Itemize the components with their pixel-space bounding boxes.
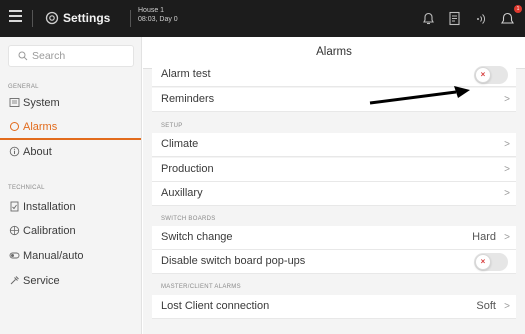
sidebar-item-label: Installation bbox=[23, 201, 76, 213]
section-label-technical: TECHNICAL bbox=[8, 185, 45, 191]
main-panel: Alarms Alarm test × Reminders > SETUP Cl… bbox=[143, 37, 525, 334]
close-icon: × bbox=[480, 70, 486, 79]
toggle-knob: × bbox=[475, 67, 491, 83]
sidebar-item-label: Service bbox=[23, 275, 60, 287]
section-label-general: GENERAL bbox=[8, 84, 39, 90]
chevron-right-icon: > bbox=[504, 301, 510, 312]
menu-icon[interactable] bbox=[9, 10, 23, 26]
sidebar-item-about[interactable]: About bbox=[0, 141, 141, 165]
row-label: Climate bbox=[161, 138, 199, 150]
sidebar-item-alarms[interactable]: Alarms bbox=[0, 116, 141, 140]
house-date: 08:03, Day 0 bbox=[138, 16, 178, 23]
gear-icon bbox=[45, 11, 59, 25]
wrench-icon bbox=[10, 276, 19, 285]
manual-auto-icon bbox=[9, 252, 20, 259]
row-auxillary[interactable]: Auxillary > bbox=[152, 182, 516, 206]
section-label-master-client: MASTER/CLIENT ALARMS bbox=[161, 284, 241, 290]
calibration-icon bbox=[9, 225, 20, 236]
sidebar-item-service[interactable]: Service bbox=[0, 270, 141, 294]
section-label-switch-boards: SWITCH BOARDS bbox=[161, 216, 216, 222]
row-disable-popups: Disable switch board pop-ups × bbox=[152, 250, 516, 274]
sidebar-item-calibration[interactable]: Calibration bbox=[0, 220, 141, 244]
sidebar: Search GENERAL System Alarms About TECHN… bbox=[0, 37, 142, 334]
installation-icon bbox=[10, 201, 19, 212]
row-label: Lost Client connection bbox=[161, 300, 270, 312]
page-title: Settings bbox=[63, 11, 111, 25]
sidebar-item-label: Alarms bbox=[23, 121, 58, 133]
row-value: Soft bbox=[476, 300, 496, 312]
alarm-bell-icon[interactable] bbox=[420, 10, 437, 27]
sidebar-item-installation[interactable]: Installation bbox=[0, 196, 141, 220]
house-info[interactable]: House 1 08:03, Day 0 bbox=[138, 6, 178, 24]
notification-badge: 1 bbox=[514, 5, 522, 13]
row-switch-change[interactable]: Switch change Hard > bbox=[152, 226, 516, 250]
sidebar-item-label: Manual/auto bbox=[23, 250, 84, 262]
row-climate[interactable]: Climate > bbox=[152, 133, 516, 157]
row-label: Reminders bbox=[161, 93, 215, 105]
house-name: House 1 bbox=[138, 7, 165, 14]
panel-title: Alarms bbox=[316, 46, 352, 58]
row-value: Hard bbox=[472, 231, 496, 243]
row-alarm-test: Alarm test × bbox=[152, 63, 516, 87]
section-label-setup: SETUP bbox=[161, 123, 183, 129]
search-input[interactable]: Search bbox=[8, 45, 134, 67]
search-icon bbox=[18, 51, 28, 61]
notification-bell-icon[interactable] bbox=[499, 10, 516, 27]
close-icon: × bbox=[480, 257, 486, 266]
chevron-right-icon: > bbox=[504, 139, 510, 150]
system-icon bbox=[9, 98, 20, 107]
annotation-arrow-icon bbox=[369, 86, 470, 105]
document-icon[interactable] bbox=[446, 10, 463, 27]
info-icon bbox=[9, 146, 20, 157]
row-production[interactable]: Production > bbox=[152, 158, 516, 182]
chevron-right-icon: > bbox=[504, 232, 510, 243]
divider bbox=[32, 10, 33, 27]
row-lost-client[interactable]: Lost Client connection Soft > bbox=[152, 295, 516, 319]
divider bbox=[130, 10, 131, 27]
signal-icon[interactable] bbox=[472, 10, 489, 27]
row-label: Switch change bbox=[161, 231, 233, 243]
chevron-right-icon: > bbox=[504, 164, 510, 175]
search-placeholder: Search bbox=[32, 50, 66, 62]
toggle-knob: × bbox=[475, 254, 491, 270]
row-label: Auxillary bbox=[161, 187, 203, 199]
top-bar: Settings House 1 08:03, Day 0 1 bbox=[0, 0, 525, 37]
bell-icon bbox=[10, 122, 19, 131]
sidebar-item-manual-auto[interactable]: Manual/auto bbox=[0, 245, 141, 269]
sidebar-item-label: System bbox=[23, 97, 60, 109]
chevron-right-icon: > bbox=[504, 94, 510, 105]
sidebar-item-label: Calibration bbox=[23, 225, 76, 237]
chevron-right-icon: > bbox=[504, 188, 510, 199]
row-label: Production bbox=[161, 163, 214, 175]
row-label: Disable switch board pop-ups bbox=[161, 255, 306, 267]
row-label: Alarm test bbox=[161, 68, 211, 80]
sidebar-item-label: About bbox=[23, 146, 52, 158]
alarm-test-toggle[interactable]: × bbox=[474, 66, 508, 84]
sidebar-item-system[interactable]: System bbox=[0, 92, 141, 116]
disable-popups-toggle[interactable]: × bbox=[474, 253, 508, 271]
